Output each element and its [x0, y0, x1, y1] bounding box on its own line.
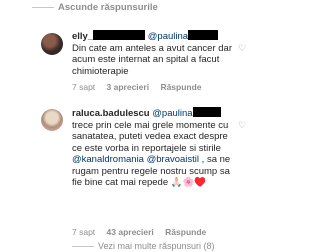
- heart-icon[interactable]: ♡: [238, 120, 246, 131]
- reply-button[interactable]: Răspunde: [165, 227, 206, 237]
- avatar[interactable]: [41, 109, 63, 131]
- redacted-block: [188, 30, 219, 40]
- comment-likes[interactable]: 3 aprecieri: [107, 82, 150, 92]
- comment-username[interactable]: raluca.badulescu: [72, 108, 150, 119]
- comment-meta: 7 sapt 43 aprecieri Răspunde: [72, 227, 215, 237]
- divider-line: [72, 246, 94, 247]
- comment-text: trece prin cele mai grele momente cu san…: [72, 119, 229, 154]
- comment-mention[interactable]: @paulina: [152, 108, 192, 119]
- comment-time: 7 sapt: [72, 227, 96, 237]
- comment-text: Din cate am anteles a avut cancer dar ac…: [72, 42, 233, 77]
- comment-mention[interactable]: @bravoaistil: [147, 154, 199, 165]
- comment-body: raluca.badulescu @paulina trece prin cel…: [72, 107, 234, 189]
- view-more-replies-row[interactable]: Vezi mai multe răspunsuri (8): [0, 240, 250, 252]
- comment-mention[interactable]: @kanaldromania: [72, 154, 144, 165]
- heart-icon[interactable]: ♡: [238, 43, 246, 54]
- divider-line: [32, 7, 54, 8]
- redacted-block: [93, 30, 146, 40]
- comment-likes[interactable]: 43 aprecieri: [107, 227, 154, 237]
- avatar[interactable]: [41, 33, 63, 55]
- comment-time: 7 sapt: [72, 82, 96, 92]
- comment-body: elly_ @paulina Din cate am anteles a avu…: [72, 30, 232, 77]
- comment-meta: 7 sapt 3 aprecieri Răspunde: [72, 82, 211, 92]
- hide-replies-row[interactable]: Ascunde răspunsurile: [0, 0, 250, 16]
- comment-mention[interactable]: @paulina: [148, 31, 188, 42]
- reply-button[interactable]: Răspunde: [160, 82, 201, 92]
- hide-replies-link[interactable]: Ascunde răspunsurile: [58, 2, 158, 13]
- comment-username[interactable]: elly_: [72, 31, 93, 42]
- redacted-block: [192, 107, 221, 117]
